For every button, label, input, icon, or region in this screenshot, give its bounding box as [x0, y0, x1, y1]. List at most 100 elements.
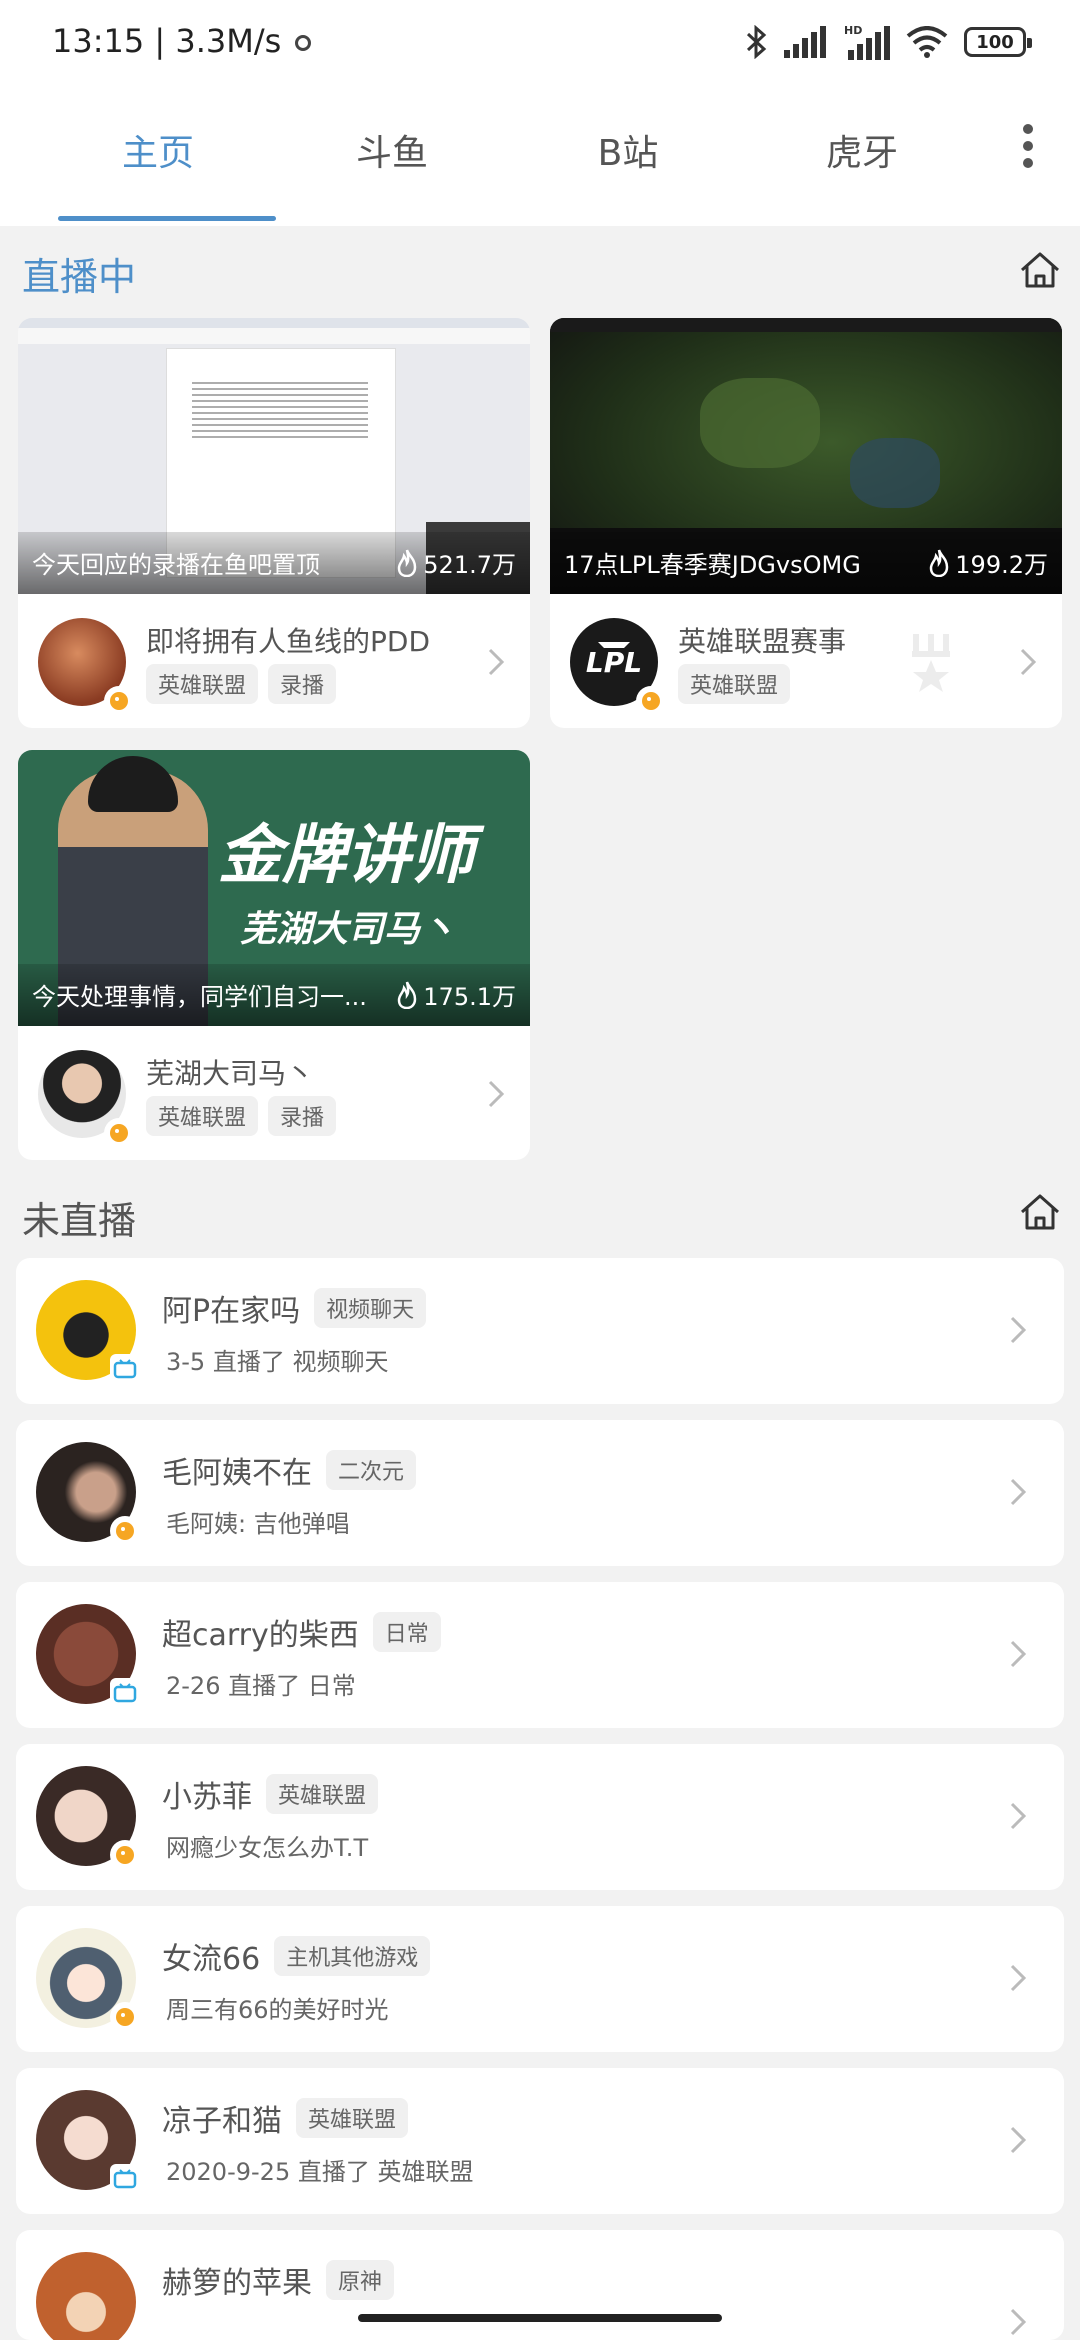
tab-bilibili[interactable]: B站	[528, 124, 728, 176]
chevron-right-icon[interactable]	[1008, 1476, 1028, 1508]
tag-list: 英雄联盟	[678, 664, 791, 704]
streamer-info: 芜湖大司马丶 英雄联盟 录播	[18, 1026, 530, 1160]
category-tag: 英雄联盟	[266, 1774, 379, 1814]
douyu-badge-icon	[110, 1516, 140, 1546]
heat-count: 199.2万	[927, 545, 1048, 580]
flame-icon	[398, 549, 417, 577]
heat-count: 521.7万	[395, 545, 516, 580]
last-live-info: 周三有66的美好时光	[166, 1996, 389, 2024]
streamer-name: 凉子和猫 英雄联盟	[162, 2096, 409, 2140]
chevron-right-icon[interactable]	[486, 1078, 506, 1110]
list-item[interactable]: 凉子和猫 英雄联盟 2020-9-25 直播了 英雄联盟	[16, 2068, 1064, 2214]
category-tag: 录播	[268, 664, 337, 704]
more-menu-icon[interactable]	[1008, 118, 1048, 174]
category-tag: 英雄联盟	[146, 664, 259, 704]
svg-text:HD: HD	[844, 24, 862, 37]
streamer-name: 英雄联盟赛事	[678, 625, 847, 658]
heat-count: 175.1万	[395, 977, 516, 1012]
streamer-name: 超carry的柴西 日常	[162, 1610, 441, 1654]
status-icons: HD 100	[744, 22, 1032, 62]
live-title: 今天处理事情，同学们自习一...	[32, 983, 367, 1011]
tab-douyu[interactable]: 斗鱼	[292, 124, 492, 176]
last-live-info: 2-26 直播了 日常	[166, 1672, 356, 1700]
category-tag: 二次元	[326, 1450, 417, 1490]
battery-icon: 100	[964, 27, 1032, 57]
offline-section-title: 未直播	[22, 1199, 137, 1243]
tag-list: 英雄联盟 录播	[146, 664, 337, 704]
streamer-name: 女流66 主机其他游戏	[162, 1934, 431, 1978]
bluetooth-icon	[746, 25, 767, 59]
top-tab-bar: 主页 斗鱼 B站 虎牙	[0, 86, 1080, 226]
home-icon[interactable]	[1018, 250, 1062, 290]
chevron-right-icon[interactable]	[1008, 2306, 1028, 2338]
wifi-icon	[906, 26, 948, 58]
category-tag: 视频聊天	[314, 1288, 427, 1328]
streamer-name: 阿P在家吗 视频聊天	[162, 1286, 427, 1330]
streamer-name: 毛阿姨不在 二次元	[162, 1448, 417, 1492]
live-card-pdd[interactable]: 今天回应的录播在鱼吧置顶 521.7万 即将拥有人鱼线的PDD 英雄联盟 录播	[18, 318, 530, 728]
signal-icon	[784, 26, 826, 58]
chevron-right-icon[interactable]	[486, 646, 506, 678]
list-item[interactable]: 毛阿姨不在 二次元 毛阿姨: 吉他弹唱	[16, 1420, 1064, 1566]
streamer-name: 即将拥有人鱼线的PDD	[146, 625, 431, 658]
avatar	[36, 2252, 136, 2340]
list-item[interactable]: 赫箩的苹果 原神	[16, 2230, 1064, 2340]
tab-huya[interactable]: 虎牙	[762, 124, 962, 176]
category-tag: 英雄联盟	[678, 664, 791, 704]
last-live-info: 2020-9-25 直播了 英雄联盟	[166, 2158, 474, 2186]
home-indicator[interactable]	[358, 2314, 722, 2322]
trophy-watermark-icon	[912, 634, 950, 692]
flame-icon	[398, 981, 417, 1009]
live-card-lpl[interactable]: 17点LPL春季赛JDGvsOMG 199.2万 LPL 英雄联盟赛事 英雄联盟	[550, 318, 1062, 728]
svg-text:LPL: LPL	[586, 646, 642, 679]
category-tag: 日常	[372, 1612, 441, 1652]
streamer-name: 赫箩的苹果 原神	[162, 2258, 395, 2302]
chevron-right-icon[interactable]	[1008, 1638, 1028, 1670]
tag-list: 英雄联盟 录播	[146, 1096, 337, 1136]
live-title: 17点LPL春季赛JDGvsOMG	[564, 551, 861, 579]
douyu-badge-icon	[104, 686, 134, 716]
live-card-dasima[interactable]: 金牌讲师 芜湖大司马丶 今天处理事情，同学们自习一... 175.1万 芜湖大司…	[18, 750, 530, 1160]
status-circle-icon	[295, 35, 312, 51]
last-live-info: 网瘾少女怎么办T.T	[166, 1834, 369, 1862]
live-thumbnail[interactable]: 金牌讲师 芜湖大司马丶 今天处理事情，同学们自习一... 175.1万	[18, 750, 530, 1026]
bilibili-badge-icon	[110, 2164, 140, 2194]
chevron-right-icon[interactable]	[1008, 1314, 1028, 1346]
list-item[interactable]: 小苏菲 英雄联盟 网瘾少女怎么办T.T	[16, 1744, 1064, 1890]
live-thumbnail[interactable]: 17点LPL春季赛JDGvsOMG 199.2万	[550, 318, 1062, 594]
chevron-right-icon[interactable]	[1018, 646, 1038, 678]
list-item[interactable]: 女流66 主机其他游戏 周三有66的美好时光	[16, 1906, 1064, 2052]
douyu-badge-icon	[110, 1840, 140, 1870]
status-time: 13:15 | 3.3M/s	[52, 22, 312, 60]
home-icon[interactable]	[1018, 1192, 1062, 1232]
list-item[interactable]: 阿P在家吗 视频聊天 3-5 直播了 视频聊天	[16, 1258, 1064, 1404]
active-tab-indicator	[58, 216, 276, 221]
chevron-right-icon[interactable]	[1008, 1962, 1028, 1994]
bilibili-badge-icon	[110, 1354, 140, 1384]
list-item[interactable]: 超carry的柴西 日常 2-26 直播了 日常	[16, 1582, 1064, 1728]
category-tag: 原神	[326, 2260, 395, 2300]
tab-home[interactable]: 主页	[58, 124, 258, 176]
streamer-info: 即将拥有人鱼线的PDD 英雄联盟 录播	[18, 594, 530, 728]
live-section-title: 直播中	[22, 255, 137, 299]
last-live-info: 毛阿姨: 吉他弹唱	[166, 1510, 350, 1538]
live-thumbnail[interactable]: 今天回应的录播在鱼吧置顶 521.7万	[18, 318, 530, 594]
bilibili-badge-icon	[110, 1678, 140, 1708]
category-tag: 英雄联盟	[146, 1096, 259, 1136]
chevron-right-icon[interactable]	[1008, 2124, 1028, 2156]
douyu-badge-icon	[110, 2002, 140, 2032]
chevron-right-icon[interactable]	[1008, 1800, 1028, 1832]
thumb-banner-title: 金牌讲师	[218, 819, 474, 893]
last-live-info: 3-5 直播了 视频聊天	[166, 1348, 389, 1376]
flame-icon	[930, 549, 949, 577]
streamer-name: 芜湖大司马丶	[146, 1057, 315, 1090]
category-tag: 录播	[268, 1096, 337, 1136]
streamer-info: LPL 英雄联盟赛事 英雄联盟	[550, 594, 1062, 728]
status-bar: 13:15 | 3.3M/s HD 100	[0, 0, 1080, 86]
live-title: 今天回应的录播在鱼吧置顶	[32, 551, 320, 579]
category-tag: 英雄联盟	[296, 2098, 409, 2138]
douyu-badge-icon	[636, 686, 666, 716]
category-tag: 主机其他游戏	[274, 1936, 431, 1976]
hd-signal-icon: HD	[844, 24, 890, 60]
douyu-badge-icon	[104, 1118, 134, 1148]
